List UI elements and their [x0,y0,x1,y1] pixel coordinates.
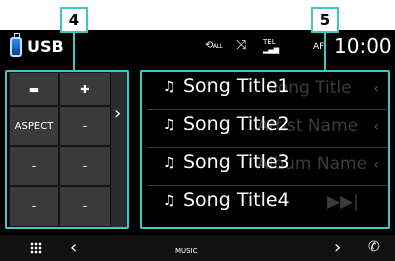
callout-line-right [324,30,326,70]
callout-box-right [140,70,390,229]
chevron-right-icon[interactable]: › [334,237,341,258]
usb-icon [10,33,22,57]
phone-icon[interactable]: ✆ [368,239,380,255]
callout-label-right: 5 [311,7,339,33]
af-label: AF [313,42,325,52]
callout-label-left: 4 [60,7,88,33]
chevron-left-icon[interactable]: ‹ [70,237,77,258]
source-mode-label: MUSIC [175,247,198,255]
bottom-bar: ‹ MUSIC › ✆ [0,235,395,261]
menu-grid-icon[interactable] [30,242,42,254]
source-label[interactable]: USB [27,37,64,56]
repeat-mode-label: ALL [212,43,223,50]
status-bar: USB ⟲ALL ⤨ TEL ▂▄▆ AF 10:00 [0,30,395,64]
clock: 10:00 [334,34,392,58]
repeat-icon: ⟲ALL [205,40,223,51]
callout-box-left [5,70,129,229]
callout-line-left [73,30,75,70]
phone-status-icon: TEL ▂▄▆ [263,38,280,54]
tel-label: TEL [263,38,276,46]
shuffle-icon: ⤨ [236,38,247,53]
